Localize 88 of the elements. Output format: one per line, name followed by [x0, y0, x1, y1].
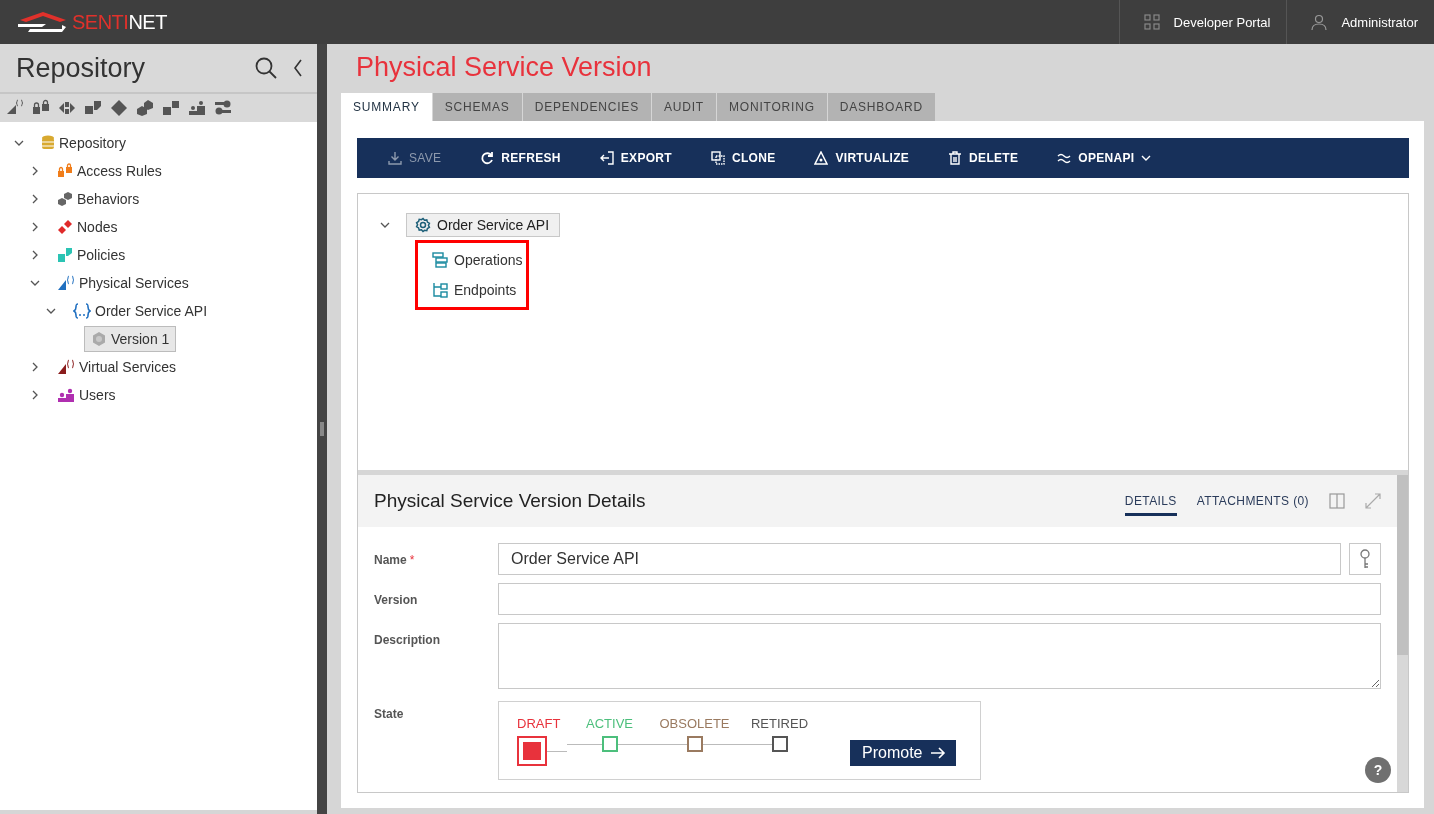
hierarchy-icon — [432, 282, 448, 298]
triangle-braces-icon — [57, 275, 75, 291]
promote-button[interactable]: Promote — [850, 740, 957, 766]
tab[interactable]: DETAILS — [1124, 486, 1177, 516]
tab[interactable]: SUMMARY — [341, 93, 432, 121]
tab[interactable]: SCHEMAS — [432, 93, 522, 121]
chevron-left-icon — [293, 59, 303, 77]
wave-icon — [1057, 151, 1072, 165]
refresh-icon — [480, 151, 495, 165]
triangle-braces-icon — [6, 99, 24, 117]
trash-icon — [948, 151, 963, 165]
resize-handle[interactable] — [358, 470, 1408, 475]
diamond-icon — [57, 219, 73, 235]
input-field[interactable] — [498, 583, 1381, 615]
user-icon — [1311, 14, 1328, 30]
field-label: Name * — [374, 552, 416, 567]
state-label: DRAFT — [517, 716, 561, 731]
logo: SENTINET — [16, 10, 167, 34]
stacked-bars-icon — [432, 252, 448, 268]
field-label: Description — [374, 632, 441, 647]
hexagon-icon — [136, 99, 154, 117]
users-icon — [57, 387, 75, 403]
users-icon — [188, 99, 206, 117]
hexagon-icon — [57, 191, 73, 207]
details-title: Physical Service Version Details — [374, 490, 647, 512]
state-marker[interactable] — [686, 736, 703, 752]
tree-item[interactable]: Users — [52, 382, 121, 408]
diamond-icon — [110, 99, 128, 117]
tree-item[interactable]: Access Rules — [52, 158, 167, 184]
padlock-icon — [32, 99, 50, 117]
sidebar-title: Repository — [16, 52, 147, 84]
connector-icon — [214, 99, 232, 117]
state-label: RETIRED — [750, 716, 809, 731]
filter-button[interactable] — [134, 97, 156, 119]
gear-icon — [91, 331, 107, 347]
tab[interactable]: ATTACHMENTS (0) — [1196, 486, 1309, 516]
search-icon — [255, 57, 277, 79]
tree-item[interactable]: Virtual Services — [52, 354, 181, 380]
tab[interactable]: MONITORING — [717, 93, 827, 121]
tree-item[interactable]: Nodes — [52, 214, 123, 240]
padlock-icon — [57, 163, 73, 179]
arrows-icon — [58, 99, 76, 117]
state-marker[interactable] — [771, 736, 788, 752]
download-icon — [388, 151, 402, 165]
toolbar-button[interactable]: DELETE — [948, 151, 1019, 165]
tree-item[interactable]: Version 1 — [84, 326, 177, 352]
help-button[interactable]: ? — [1365, 757, 1391, 783]
tree-item[interactable]: Order Service API — [406, 213, 561, 237]
squares-icon — [162, 99, 180, 117]
toolbar-button[interactable]: VIRTUALIZE — [814, 151, 910, 165]
gear-icon — [415, 217, 431, 233]
caret-icon — [1141, 154, 1152, 162]
toolbar-button[interactable]: REFRESH — [480, 151, 561, 165]
columns-icon — [1329, 493, 1345, 509]
tree-item[interactable]: Operations — [432, 245, 526, 275]
export-icon — [599, 151, 614, 165]
toolbar-button[interactable]: CLONE — [710, 151, 776, 165]
tab[interactable]: DEPENDENCIES — [522, 93, 651, 121]
tree-item[interactable]: Behaviors — [52, 186, 145, 212]
key-icon — [1359, 549, 1371, 569]
tree-item[interactable]: Endpoints — [432, 275, 526, 305]
triangle-braces-icon — [57, 359, 75, 375]
page-title: Physical Service Version — [355, 51, 653, 84]
database-icon — [41, 135, 55, 151]
state-marker[interactable] — [601, 736, 618, 752]
field-label: State — [374, 706, 405, 721]
state-label: OBSOLETE — [659, 716, 730, 731]
braces-icon — [73, 303, 91, 319]
toolbar-button[interactable]: OPENAPI — [1057, 151, 1152, 165]
tree-item[interactable]: Policies — [52, 242, 131, 268]
blocks-icon — [57, 247, 73, 263]
arrow-right-icon — [930, 747, 947, 759]
input-field[interactable]: Order Service API — [498, 543, 1341, 575]
key-button[interactable] — [1349, 543, 1381, 575]
state-label: ACTIVE — [586, 716, 633, 731]
tree-item[interactable]: Repository — [36, 130, 131, 156]
expand-icon — [1365, 493, 1381, 509]
tab[interactable]: AUDIT — [652, 93, 716, 121]
field-label: Version — [374, 592, 419, 607]
grid-icon — [1143, 14, 1160, 30]
tree-item[interactable]: Physical Services — [52, 270, 194, 296]
tree-item[interactable]: Order Service API — [68, 298, 213, 324]
toolbar-button[interactable]: EXPORT — [599, 151, 672, 165]
blocks-icon — [84, 99, 102, 117]
clone-icon — [710, 151, 725, 165]
tab[interactable]: DASHBOARD — [827, 93, 935, 121]
triangle-icon — [814, 151, 829, 165]
scrollbar[interactable] — [1397, 475, 1408, 792]
